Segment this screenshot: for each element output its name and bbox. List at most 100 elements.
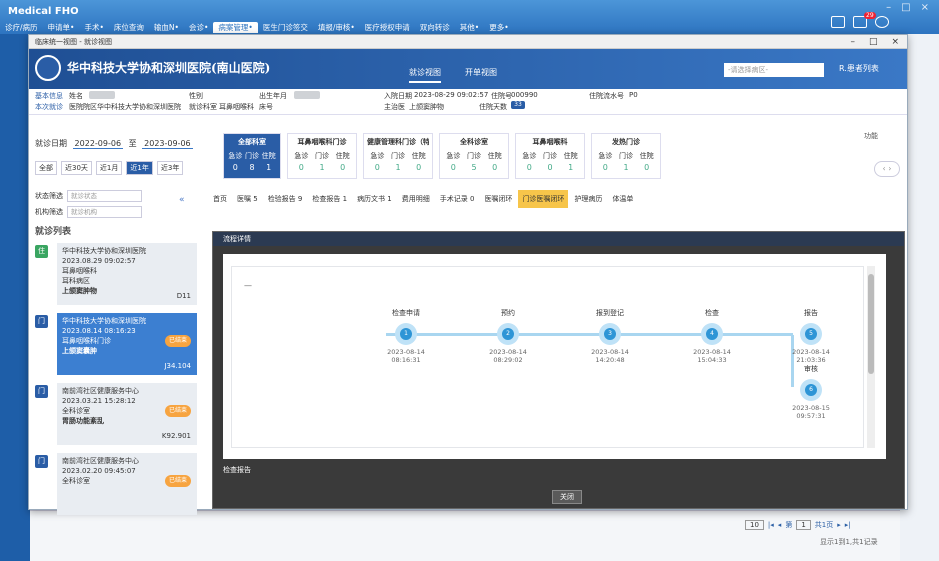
page-input[interactable]: 1 bbox=[796, 520, 811, 530]
tab-document[interactable]: 病历文书 1 bbox=[353, 190, 396, 208]
tab-document[interactable]: 门诊医嘱闭环 bbox=[518, 190, 569, 208]
cards-nav-icon[interactable]: ‹ › bbox=[874, 161, 900, 177]
modal-footer-label: 检查报告 bbox=[223, 466, 251, 474]
quick-range-button[interactable]: 近1月 bbox=[95, 161, 123, 175]
visit-card[interactable]: 华中科技大学协和深圳医院 2023.08.14 08:16:23 耳鼻咽喉科门诊 上颌… bbox=[57, 313, 197, 375]
menu-item[interactable]: 其他• bbox=[455, 22, 484, 33]
summary-card-count: 0 bbox=[644, 163, 650, 172]
flow-step-number: 4 bbox=[706, 328, 718, 340]
summary-card[interactable]: 发热门诊 急诊 门诊 住院 0 1 0 bbox=[591, 133, 661, 179]
quick-range-button[interactable]: 近1年 bbox=[126, 161, 153, 175]
menu-item[interactable]: 填报/审核• bbox=[313, 22, 360, 33]
menu-item[interactable]: 病案管理• bbox=[213, 21, 258, 33]
quick-range-button[interactable]: 全部 bbox=[35, 161, 57, 175]
last-page-icon[interactable]: ▸| bbox=[845, 521, 851, 529]
visit-type-icon: 门 bbox=[35, 455, 48, 468]
visit-card[interactable]: 华中科技大学协和深圳医院 2023.08.29 09:02:57 耳鼻咽喉科 耳科病区… bbox=[57, 243, 197, 305]
page-size-select[interactable]: 10 bbox=[745, 520, 764, 530]
summary-card[interactable]: 耳鼻咽喉科 急诊 门诊 住院 0 0 1 bbox=[515, 133, 585, 179]
visit-list-item[interactable]: 门南前湾社区健康服务中心 2023.02.20 09:45:07 全科诊室 已结束 bbox=[35, 453, 200, 517]
tab-document[interactable]: 护理病历 bbox=[570, 190, 606, 208]
flow-step-label: 检查 bbox=[705, 309, 719, 317]
menu-item[interactable]: 诊疗/病历 bbox=[0, 22, 43, 33]
summary-card-count: 1 bbox=[568, 163, 574, 172]
summary-card-header: 急诊 bbox=[446, 152, 461, 160]
grid-icon[interactable] bbox=[831, 16, 845, 28]
inpatient-no-value: 000990 bbox=[511, 91, 538, 99]
menu-item[interactable]: 申请单• bbox=[43, 22, 80, 33]
close-icon[interactable]: × bbox=[891, 35, 899, 49]
tab-document[interactable]: 检验报告 9 bbox=[264, 190, 307, 208]
status-filter-select[interactable]: 就诊状态 bbox=[67, 190, 142, 202]
bell-icon[interactable]: 29 bbox=[853, 12, 876, 28]
date-to-input[interactable]: 2023-09-06 bbox=[142, 139, 193, 149]
visit-card[interactable]: 南前湾社区健康服务中心 2023.03.21 15:28:12 全科诊室 胃肠功能紊乱… bbox=[57, 383, 197, 445]
flow-step-time: 2023-08-14 14:20:48 bbox=[591, 348, 629, 364]
date-from-input[interactable]: 2022-09-06 bbox=[72, 139, 124, 149]
visit-org: 华中科技大学协和深圳医院 bbox=[62, 317, 146, 325]
summary-card[interactable]: 健康管理科门诊（特 急诊 门诊 住院 0 1 0 bbox=[363, 133, 433, 179]
visit-diagnosis: 胃肠功能紊乱 bbox=[62, 417, 104, 425]
menu-item[interactable]: 手术• bbox=[79, 22, 108, 33]
minimize-icon[interactable]: – bbox=[886, 2, 891, 13]
tab-document[interactable]: 手术记录 0 bbox=[436, 190, 479, 208]
summary-card-count: 0 bbox=[450, 163, 456, 172]
patient-list-link[interactable]: R.患者列表 bbox=[839, 63, 879, 74]
days-label: 住院天数 bbox=[479, 103, 507, 111]
quick-range-button[interactable]: 近3年 bbox=[156, 161, 184, 175]
close-button[interactable]: 关闭 bbox=[552, 490, 582, 504]
tab-order-view[interactable]: 开单视图 bbox=[465, 67, 497, 83]
ward-select[interactable]: -请选择病区- bbox=[724, 63, 824, 77]
summary-card[interactable]: 全部科室 急诊 门诊 住院 0 8 1 bbox=[223, 133, 281, 179]
summary-card-headers: 急诊 门诊 住院 bbox=[443, 151, 505, 161]
summary-card-counts: 0 0 1 bbox=[519, 163, 581, 172]
summary-card-title: 全部科室 bbox=[238, 138, 266, 146]
process-flow: — 1 检查申请 2023-08-14 08:16:31 2 预约 2023-08-14 … bbox=[231, 266, 864, 448]
org-filter-select[interactable]: 就诊机构 bbox=[67, 206, 142, 218]
tab-document[interactable]: 首页 bbox=[209, 190, 231, 208]
flow-step-number: 5 bbox=[805, 328, 817, 340]
visit-list-item[interactable]: 门华中科技大学协和深圳医院 2023.08.14 08:16:23 耳鼻咽喉科门诊上… bbox=[35, 313, 200, 377]
menu-item[interactable]: 医疗授权申请 bbox=[360, 22, 415, 33]
maximize-icon[interactable]: □ bbox=[869, 35, 878, 49]
close-icon[interactable]: × bbox=[921, 2, 929, 13]
visit-list-item[interactable]: 门南前湾社区健康服务中心 2023.03.21 15:28:12 全科诊室 胃肠功能紊… bbox=[35, 383, 200, 447]
cards-more-button[interactable]: 功能 bbox=[864, 131, 878, 141]
summary-card-header: 住院 bbox=[639, 152, 654, 160]
minimize-icon[interactable]: – bbox=[850, 35, 855, 49]
tab-document[interactable]: 体温单 bbox=[608, 190, 637, 208]
hospital-header: 华中科技大学协和深圳医院(南山医院) 就诊视图 开单视图 -请选择病区- R.患… bbox=[29, 49, 907, 89]
top-app-bar: Medical FHO – □ × 29 诊疗/病历 申请单• 手术• 床位查询 输血N• 会… bbox=[0, 0, 939, 34]
visit-list-item[interactable]: 住 华中科技大学协和深圳医院 2023.08.29 09:02:57 耳鼻咽喉科 耳科病… bbox=[35, 243, 200, 307]
summary-card-headers: 急诊 门诊 住院 bbox=[367, 151, 429, 161]
menu-item[interactable]: 医生门诊签交 bbox=[258, 22, 313, 33]
menu-item[interactable]: 床位查询 bbox=[109, 22, 149, 33]
prev-page-icon[interactable]: ◂ bbox=[778, 521, 782, 529]
user-icon[interactable] bbox=[875, 16, 889, 28]
modal-title: 流程详情 bbox=[213, 232, 904, 246]
menu-item[interactable]: 会诊• bbox=[184, 22, 213, 33]
tab-visit-view[interactable]: 就诊视图 bbox=[409, 67, 441, 83]
tab-document[interactable]: 费用明细 bbox=[398, 190, 434, 208]
summary-card-header: 住院 bbox=[563, 152, 578, 160]
tab-document[interactable]: 医嘱闭环 bbox=[480, 190, 516, 208]
menu-item[interactable]: 输血N• bbox=[149, 22, 184, 33]
tab-document[interactable]: 医嘱 5 bbox=[233, 190, 262, 208]
window-controls[interactable]: – □ × bbox=[886, 2, 929, 13]
summary-card[interactable]: 耳鼻咽喉科门诊 急诊 门诊 住院 0 1 0 bbox=[287, 133, 357, 179]
next-page-icon[interactable]: ▸ bbox=[837, 521, 841, 529]
visit-card[interactable]: 南前湾社区健康服务中心 2023.02.20 09:45:07 全科诊室 已结束 bbox=[57, 453, 197, 515]
tab-document[interactable]: 检查报告 1 bbox=[308, 190, 351, 208]
first-page-icon[interactable]: |◂ bbox=[768, 521, 774, 529]
modal-scrollbar[interactable] bbox=[867, 266, 875, 448]
maximize-icon[interactable]: □ bbox=[901, 2, 910, 13]
collapse-icon[interactable]: « bbox=[179, 195, 185, 205]
menu-item[interactable]: 更多• bbox=[484, 22, 513, 33]
summary-card-count: 0 bbox=[232, 163, 238, 172]
scrollbar-thumb[interactable] bbox=[868, 274, 874, 374]
quick-range-button[interactable]: 近30天 bbox=[61, 161, 92, 175]
flow-step-number: 3 bbox=[604, 328, 616, 340]
flow-step-node: 4 bbox=[701, 323, 723, 345]
summary-card[interactable]: 全科诊室 急诊 门诊 住院 0 5 0 bbox=[439, 133, 509, 179]
menu-item[interactable]: 双向转诊 bbox=[415, 22, 455, 33]
